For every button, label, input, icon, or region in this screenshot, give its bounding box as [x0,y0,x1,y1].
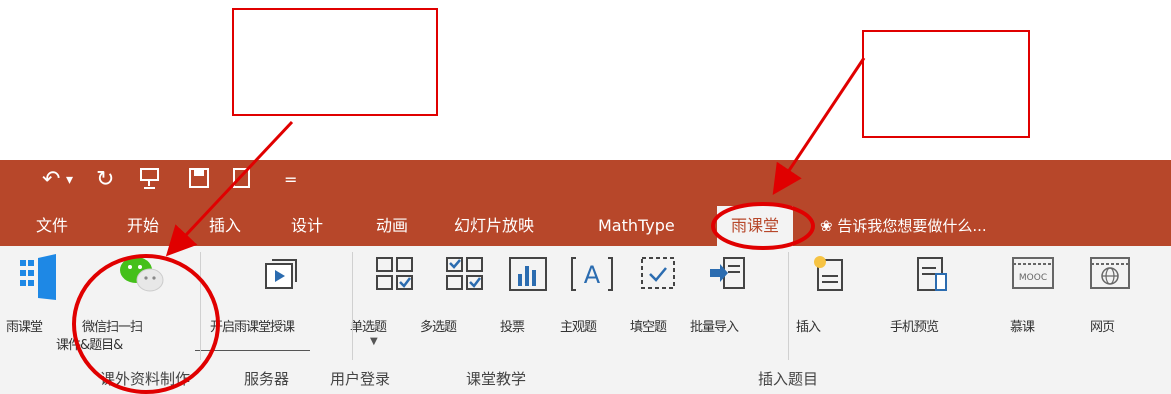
annotation-arrow-left [165,120,294,257]
annotation-circle-wechat [72,254,220,394]
annotation-arrow-right [772,57,866,195]
annotation-overlay [72,57,866,394]
annotation-circle-tab [711,202,815,250]
